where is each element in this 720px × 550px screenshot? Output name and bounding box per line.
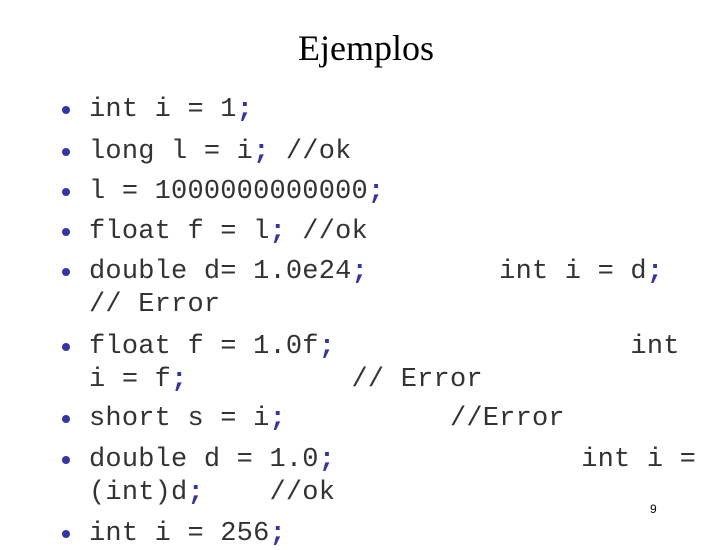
semicolon: ; (367, 177, 385, 207)
code-line: (int)d; //ok (89, 478, 336, 508)
semicolon: ; (318, 445, 336, 475)
semicolon: ; (269, 217, 286, 247)
page-number: 9 (650, 502, 657, 516)
bullet-icon (62, 106, 70, 114)
semicolon: ; (269, 404, 286, 434)
bullet-icon (62, 415, 70, 423)
code-line: l = 1000000000000; (89, 177, 385, 207)
semicolon: ; (171, 365, 188, 395)
code-line: long l = i; //ok (89, 137, 352, 167)
semicolon: ; (318, 332, 336, 362)
code-line: int i = 256; (89, 519, 286, 549)
bullet-icon (62, 456, 70, 464)
bullet-icon (62, 228, 70, 236)
semicolon: ; (646, 257, 664, 287)
bullet-icon (62, 268, 70, 276)
code-line: short s = i; //Error (89, 404, 565, 434)
code-line: float f = 1.0f; int (89, 332, 680, 362)
semicolon: ; (269, 519, 286, 549)
code-line: double d = 1.0; int i = (89, 445, 697, 475)
bullet-icon (62, 188, 70, 196)
bullet-icon (62, 148, 70, 156)
semicolon: ; (187, 478, 204, 508)
semicolon: ; (236, 95, 254, 125)
code-line: float f = l; //ok (89, 217, 368, 247)
bullet-icon (62, 530, 70, 538)
code-line: double d= 1.0e24; int i = d; (89, 257, 664, 287)
code-line: // Error (89, 290, 221, 320)
bullet-icon (62, 343, 70, 351)
semicolon: ; (351, 257, 368, 287)
code-line: int i = 1; (89, 95, 254, 125)
bullet-list: int i = 1; long l = i; //ok l = 10000000… (0, 0, 720, 549)
code-line: i = f; // Error (89, 365, 483, 395)
semicolon: ; (253, 137, 270, 167)
